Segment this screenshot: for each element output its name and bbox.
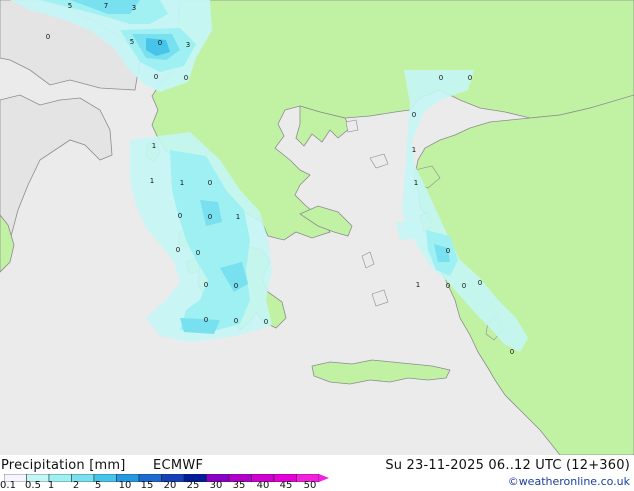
- color-scale-tick-label: 0.5: [25, 480, 41, 491]
- color-scale-tick-label: 2: [72, 480, 80, 491]
- precip-value-label: 1: [152, 142, 156, 150]
- color-scale-tick-label: 1: [47, 480, 55, 491]
- precip-value-label: 1: [412, 146, 416, 154]
- precip-value-label: 0: [510, 348, 514, 356]
- precip-value-label: 0: [208, 213, 212, 221]
- precip-value-label: 0: [446, 282, 450, 290]
- precip-value-label: 1: [416, 281, 420, 289]
- credit-text: ©weatheronline.co.uk: [507, 475, 630, 488]
- precip-value-label: 0: [176, 246, 180, 254]
- precip-value-label: 3: [186, 41, 190, 49]
- precipitation-map: 5 7 3 0 5 0 3 0 0 0 0 0 1 1 1 1 0 1 0 0 1 0 0 0 0 1 0 0 0 0 0 0 0 0: [0, 0, 634, 455]
- color-scale-tick-label: 25: [186, 480, 200, 491]
- color-scale-tick-label: 40: [256, 480, 270, 491]
- model-name: ECMWF: [153, 458, 204, 473]
- color-scale-tick-label: 30: [209, 480, 223, 491]
- validity-time: Su 23-11-2025 06..12 UTC (12+360): [385, 458, 630, 473]
- color-scale-tick-label: 20: [163, 480, 177, 491]
- precip-value-label: 0: [446, 247, 450, 255]
- color-scale-tick-label: 50: [303, 480, 317, 491]
- color-scale-tick-label: 10: [118, 480, 132, 491]
- precip-value-label: 1: [180, 179, 184, 187]
- color-scale-tick-label: 35: [232, 480, 246, 491]
- precip-value-label: 0: [439, 74, 443, 82]
- precip-value-label: 0: [478, 279, 482, 287]
- precip-value-label: 0: [462, 282, 466, 290]
- precip-value-label: 0: [196, 249, 200, 257]
- precip-value-label: 0: [264, 318, 268, 326]
- aegean-island-thasos: [345, 119, 359, 133]
- map-canvas: 5 7 3 0 5 0 3 0 0 0 0 0 1 1 1 1 0 1 0 0 1 0 0 0 0 1 0 0 0 0 0 0 0 0: [0, 0, 634, 455]
- legend-footer: Precipitation [mm] ECMWF Su 23-11-2025 0…: [0, 455, 634, 491]
- precip-value-label: 1: [150, 177, 154, 185]
- precip-value-label: 0: [158, 39, 162, 47]
- precip-value-label: 1: [414, 179, 418, 187]
- precip-value-label: 0: [204, 281, 208, 289]
- precip-value-label: 5: [130, 38, 134, 46]
- precip-value-label: 7: [104, 2, 108, 10]
- precip-value-label: 0: [234, 317, 238, 325]
- color-scale-tick-label: 0.1: [0, 480, 16, 491]
- color-scale-tick-label: 45: [279, 480, 293, 491]
- precip-value-label: 0: [412, 111, 416, 119]
- precip-value-label: 3: [132, 4, 136, 12]
- precip-value-label: 0: [234, 282, 238, 290]
- precip-value-label: 0: [204, 316, 208, 324]
- precip-value-label: 0: [208, 179, 212, 187]
- precip-value-label: 0: [154, 73, 158, 81]
- color-scale-tick-label: 15: [140, 480, 154, 491]
- precip-value-label: 0: [46, 33, 50, 41]
- precip-value-label: 0: [468, 74, 472, 82]
- precip-value-label: 5: [68, 2, 72, 10]
- legend-title: Precipitation [mm]: [1, 458, 126, 473]
- color-scale-tick-label: 5: [94, 480, 102, 491]
- precip-value-label: 1: [236, 213, 240, 221]
- precip-value-label: 0: [184, 74, 188, 82]
- precip-value-label: 0: [178, 212, 182, 220]
- color-scale-arrow: [319, 474, 329, 482]
